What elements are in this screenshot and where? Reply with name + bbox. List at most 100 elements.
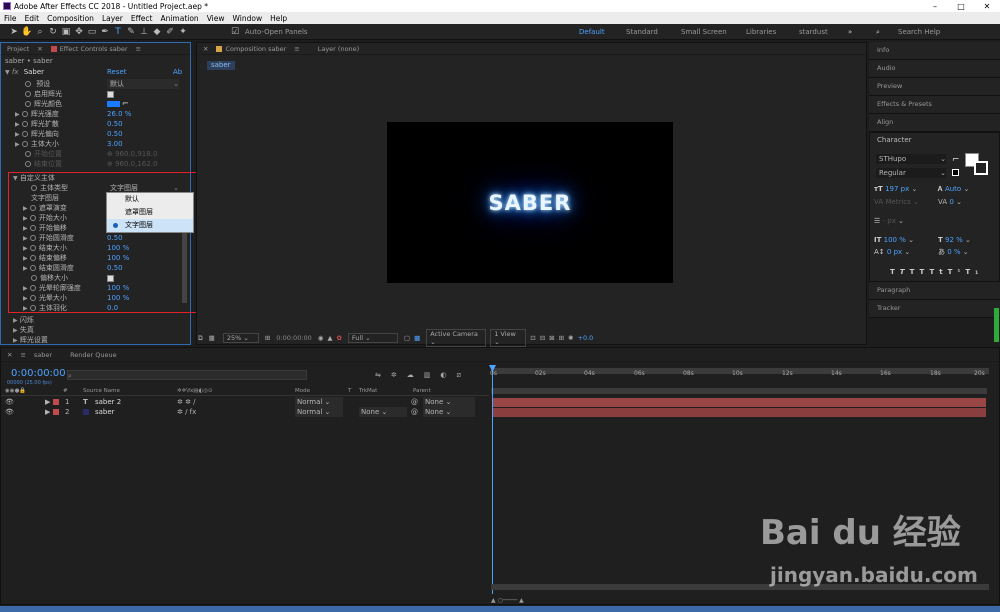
- stopwatch-icon[interactable]: [25, 81, 31, 87]
- search-help-field[interactable]: Search Help: [898, 24, 940, 40]
- panel-effects-presets[interactable]: Effects & Presets: [869, 96, 1000, 114]
- maximize-button[interactable]: □: [948, 2, 974, 11]
- tab-project[interactable]: Project: [7, 45, 29, 53]
- layer-row[interactable]: 👁 ▶ 1 T saber 2 ✲ ✲ / Normal ⌄ @ None ⌄: [1, 397, 489, 407]
- menu-help[interactable]: Help: [266, 14, 291, 23]
- eyedropper-icon[interactable]: ⌐: [122, 99, 129, 109]
- panel-menu-icon[interactable]: ≡: [136, 45, 141, 53]
- collapse-icon[interactable]: ▼: [5, 68, 10, 78]
- mode-dropdown[interactable]: Normal ⌄: [295, 397, 343, 407]
- comp-mini-flowchart-icon[interactable]: ⇋: [375, 371, 391, 379]
- fx-icon[interactable]: fx: [12, 68, 19, 76]
- menu-window[interactable]: Window: [229, 14, 267, 23]
- pickwhip-icon[interactable]: @: [411, 397, 418, 407]
- frame-blending-icon[interactable]: ▥: [424, 371, 441, 379]
- parent-dropdown[interactable]: None ⌄: [423, 407, 475, 417]
- camera-tool-icon[interactable]: ▣: [60, 26, 72, 38]
- menu-edit[interactable]: Edit: [21, 14, 44, 23]
- horizontal-scale-field[interactable]: T 92 % ⌄: [938, 235, 971, 245]
- workspace-libraries[interactable]: Libraries: [746, 24, 776, 40]
- layer-name[interactable]: saber 2: [95, 397, 121, 407]
- subscript-button[interactable]: T₁: [965, 268, 983, 276]
- time-navigator[interactable]: [491, 388, 987, 394]
- right-scrollbar[interactable]: [994, 308, 999, 342]
- visibility-icon[interactable]: 👁: [5, 397, 14, 407]
- eraser-tool-icon[interactable]: ◆: [151, 26, 163, 38]
- reset-link[interactable]: Reset: [107, 67, 127, 77]
- panel-menu-icon[interactable]: ≡: [20, 351, 25, 359]
- font-style-dropdown[interactable]: Regular ⌄: [876, 168, 946, 178]
- always-preview-icon[interactable]: ⧉: [198, 334, 203, 343]
- puppet-tool-icon[interactable]: ✦: [177, 26, 189, 38]
- stroke-color-swatch[interactable]: [974, 161, 988, 175]
- trkmat-dropdown[interactable]: None ⌄: [359, 407, 407, 417]
- workspace-standard[interactable]: Standard: [626, 24, 658, 40]
- pan-behind-tool-icon[interactable]: ✥: [73, 26, 85, 38]
- resolution-dropdown[interactable]: Full ⌄: [347, 333, 398, 343]
- visibility-icon[interactable]: 👁: [5, 407, 14, 417]
- menu-composition[interactable]: Composition: [43, 14, 98, 23]
- timeline-search-input[interactable]: ⌕: [67, 370, 307, 380]
- menu-view[interactable]: View: [203, 14, 229, 23]
- col-source-name[interactable]: Source Name: [83, 387, 120, 396]
- group-glow-settings[interactable]: ▶ 辉光设置: [13, 335, 48, 345]
- col-parent[interactable]: Parent: [413, 387, 431, 396]
- draft-3d-icon[interactable]: ✲: [391, 371, 407, 379]
- tab-close-icon[interactable]: ✕: [7, 351, 12, 359]
- zoom-tool-icon[interactable]: ⌕: [34, 26, 46, 38]
- glow-color-swatch[interactable]: [107, 101, 120, 107]
- view-layout-dropdown[interactable]: 1 View ⌄: [490, 329, 527, 347]
- zoom-out-icon[interactable]: ▲: [491, 597, 496, 604]
- panel-paragraph[interactable]: Paragraph: [869, 282, 1000, 300]
- snapshot-icon[interactable]: ◉: [318, 334, 324, 342]
- menu-layer[interactable]: Layer: [98, 14, 127, 23]
- timecode-display[interactable]: 0:00:00:00: [276, 334, 312, 342]
- superscript-button[interactable]: T¹: [948, 268, 966, 276]
- label-color-icon[interactable]: [53, 409, 59, 415]
- layer-duration-bar[interactable]: [492, 408, 986, 417]
- composition-viewer[interactable]: SABER: [387, 122, 673, 283]
- show-snapshot-icon[interactable]: ▲: [327, 334, 332, 342]
- tsume-field[interactable]: あ 0 % ⌄: [938, 247, 969, 257]
- zoom-slider[interactable]: ▲ ○──── ▲: [491, 596, 524, 606]
- layer-row[interactable]: 👁 ▶ 2 saber ✲ / fx Normal ⌄ None ⌄ @ Non…: [1, 407, 489, 417]
- group-flicker[interactable]: ▶ 闪烁: [13, 315, 34, 325]
- tab-timeline-saber[interactable]: saber: [34, 351, 52, 359]
- eyedropper-icon[interactable]: ⌐: [952, 155, 960, 165]
- search-icon[interactable]: ⌕: [876, 24, 880, 40]
- auto-open-checkbox-icon[interactable]: ☑: [229, 26, 241, 38]
- expand-icon[interactable]: ▶: [15, 140, 20, 150]
- close-button[interactable]: ✕: [974, 2, 1000, 11]
- enable-glow-checkbox[interactable]: [107, 89, 114, 99]
- toggle-pixel-icon[interactable]: ⊡: [530, 334, 535, 342]
- panel-menu-icon[interactable]: ≡: [294, 45, 299, 53]
- roi-icon[interactable]: ▢: [404, 334, 410, 342]
- menu-file[interactable]: File: [0, 14, 21, 23]
- stopwatch-icon[interactable]: [25, 101, 31, 107]
- leading-field[interactable]: Ꭺ Auto ⌄: [938, 184, 969, 194]
- panel-audio[interactable]: Audio: [869, 60, 1000, 78]
- faux-bold-button[interactable]: T: [890, 268, 900, 276]
- flowchart-icon[interactable]: ⊞: [559, 334, 564, 342]
- stopwatch-icon[interactable]: [21, 121, 28, 127]
- workspace-default[interactable]: Default: [579, 24, 605, 40]
- menu-effect[interactable]: Effect: [127, 14, 157, 23]
- motion-blur-icon[interactable]: ◐: [440, 371, 456, 379]
- layer-switches[interactable]: ✲ ✲ /: [177, 397, 196, 407]
- tab-layer[interactable]: Layer (none): [318, 45, 359, 53]
- expand-icon[interactable]: ▶: [45, 397, 50, 407]
- group-distortion[interactable]: ▶ 失真: [13, 325, 34, 335]
- workspace-more-icon[interactable]: »: [848, 24, 852, 40]
- panel-preview[interactable]: Preview: [869, 78, 1000, 96]
- stopwatch-icon[interactable]: [21, 131, 28, 137]
- kerning-field[interactable]: VA Metrics ⌄: [874, 197, 919, 207]
- tab-render-queue[interactable]: Render Queue: [70, 351, 117, 359]
- stopwatch-icon[interactable]: [25, 91, 31, 97]
- roto-brush-tool-icon[interactable]: ✐: [164, 26, 176, 38]
- timeline-icon[interactable]: ⊠: [549, 334, 554, 342]
- tracking-field[interactable]: VA 0 ⌄: [938, 197, 962, 207]
- grid-icon[interactable]: ▦: [209, 334, 215, 342]
- shy-icon[interactable]: ☁: [407, 371, 424, 379]
- transparency-grid-icon[interactable]: ▩: [414, 334, 420, 342]
- baseline-shift-field[interactable]: A↕ 0 px ⌄: [874, 247, 910, 257]
